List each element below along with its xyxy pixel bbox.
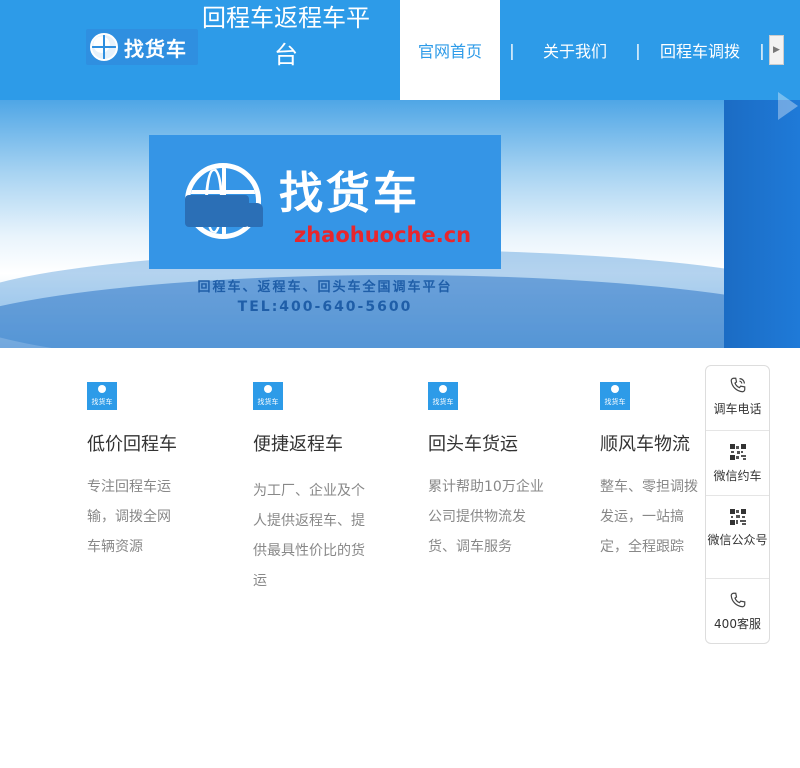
nav-separator: |	[635, 40, 641, 60]
side-item-label: 调车电话	[713, 402, 762, 416]
logo-text: 找货车	[124, 36, 187, 61]
side-item-label: 微信约车	[713, 469, 762, 483]
divider	[706, 430, 769, 431]
phone-ringing-icon	[730, 377, 745, 393]
nav-separator: |	[509, 40, 515, 60]
divider	[706, 578, 769, 579]
feature-desc: 为工厂、企业及个人提供返程车、提供最具性价比的货运	[253, 483, 365, 589]
main-nav: 官网首页 | 关于我们 | 回程车调拨 |	[400, 0, 774, 100]
phone-icon	[730, 592, 745, 608]
site-header: 找货车 回程车返程车平台 官网首页 | 关于我们 | 回程车调拨 | ▶	[0, 0, 800, 100]
side-item-wechat-official[interactable]: 微信公众号	[706, 508, 769, 549]
chevron-right-icon[interactable]	[778, 92, 798, 120]
side-item-400-service[interactable]: 400客服	[706, 591, 769, 632]
side-item-label: 400客服	[714, 617, 761, 631]
feature-title: 回头车货运	[428, 434, 518, 455]
nav-item-return-truck[interactable]: 回程车调拨	[650, 0, 750, 100]
divider	[706, 495, 769, 496]
nav-scroll-right-icon[interactable]: ▶	[769, 35, 784, 65]
brand-icon: 找货车	[253, 382, 283, 410]
qr-code-icon	[728, 508, 747, 526]
side-item-label: 微信公众号	[707, 533, 768, 547]
side-item-dispatch-phone[interactable]: 调车电话	[706, 376, 769, 417]
banner-slogan: 回程车、返程车、回头车全国调车平台	[197, 280, 453, 295]
banner-logo-card: 找货车 zhaohuoche.cn	[149, 135, 501, 269]
banner-tel: TEL:400-640-5600	[237, 299, 413, 315]
feature-desc: 专注回程车运输，调拨全网车辆资源	[87, 479, 171, 555]
side-contact-panel: 调车电话 微信约车 微信公众号 400客服	[705, 365, 770, 644]
banner-domain: zhaohuoche.cn	[294, 223, 472, 247]
feature-card: 找货车 回头车货运 累计帮助10万企业公司提供物流发货、调车服务	[428, 382, 568, 562]
brand-icon: 找货车	[87, 382, 117, 410]
hero-banner: 找货车 zhaohuoche.cn 回程车、返程车、回头车全国调车平台 TEL:…	[0, 100, 800, 348]
brand-icon: 找货车	[600, 382, 630, 410]
feature-title: 便捷返程车	[253, 434, 343, 455]
truck-icon	[185, 195, 263, 227]
feature-desc: 整车、零担调拨发运，一站搞定，全程跟踪	[600, 479, 698, 555]
side-item-wechat-book[interactable]: 微信约车	[706, 443, 769, 484]
banner-brand: 找货车	[279, 168, 420, 219]
banner-next-slide	[724, 100, 800, 348]
feature-card: 找货车 便捷返程车 为工厂、企业及个人提供返程车、提供最具性价比的货运	[253, 382, 393, 596]
site-logo[interactable]: 找货车	[86, 29, 198, 65]
site-title: 回程车返程车平台	[202, 4, 370, 69]
nav-item-home[interactable]: 官网首页	[400, 0, 500, 100]
feature-desc: 累计帮助10万企业公司提供物流发货、调车服务	[428, 479, 544, 555]
feature-card: 找货车 低价回程车 专注回程车运输，调拨全网车辆资源	[87, 382, 227, 562]
globe-icon	[90, 33, 118, 61]
nav-item-about[interactable]: 关于我们	[524, 0, 626, 100]
feature-title: 低价回程车	[87, 434, 177, 455]
brand-icon: 找货车	[428, 382, 458, 410]
qr-code-icon	[728, 443, 747, 461]
